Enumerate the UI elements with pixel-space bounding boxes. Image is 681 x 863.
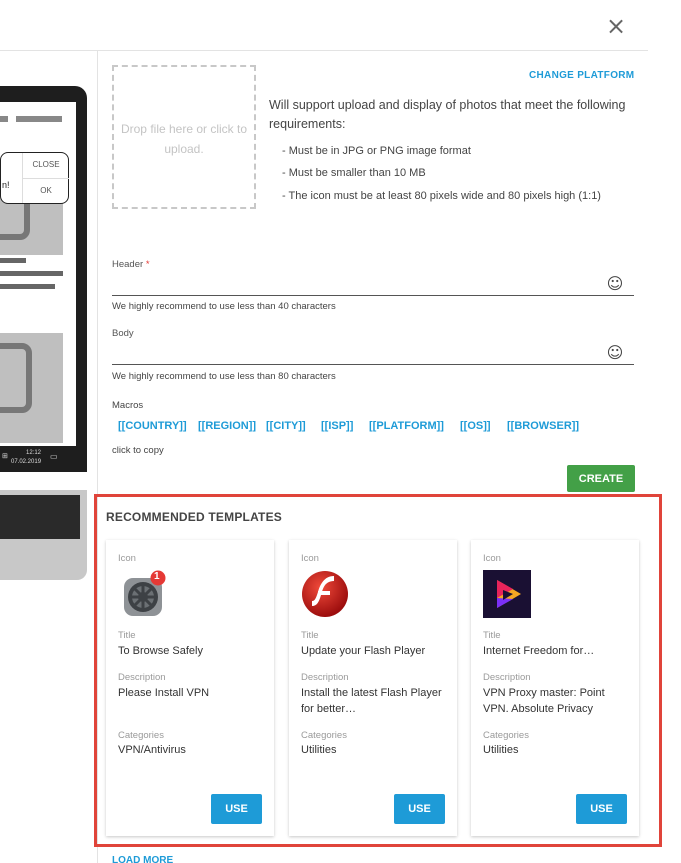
template-category: Utilities (301, 744, 337, 756)
placeholder-bar (0, 116, 8, 122)
template-card: Icon 1 Title To Browse Safely Descriptio… (106, 540, 274, 836)
body-input[interactable] (112, 345, 634, 365)
template-description: Install the latest Flash Player for bett… (301, 687, 442, 715)
taskbar-app-icon: ⊞ (2, 453, 8, 460)
use-template-button[interactable]: USE (211, 794, 262, 824)
macro-os[interactable]: [[OS]] (460, 420, 491, 432)
popup-text: n! (2, 180, 10, 190)
vpn-play-icon (483, 570, 531, 618)
change-platform-link[interactable]: CHANGE PLATFORM (529, 70, 634, 81)
emoji-icon[interactable]: ☺ (606, 275, 624, 293)
load-more-link[interactable]: LOAD MORE (112, 855, 173, 863)
placeholder-line (0, 284, 55, 289)
placeholder-line (0, 258, 26, 263)
settings-gear-icon: 1 (118, 570, 166, 618)
requirement-item: - Must be in JPG or PNG image format (282, 145, 471, 157)
title-label: Title (301, 630, 319, 641)
use-template-button[interactable]: USE (394, 794, 445, 824)
description-label: Description (118, 672, 166, 683)
recommended-templates-title: RECOMMENDED TEMPLATES (106, 510, 282, 524)
body-hint: We highly recommend to use less than 80 … (112, 371, 336, 382)
icon-label: Icon (118, 553, 136, 564)
macro-region[interactable]: [[REGION]] (198, 420, 256, 432)
required-mark: * (145, 259, 150, 270)
icon-label: Icon (483, 553, 501, 564)
categories-label: Categories (483, 730, 529, 741)
template-description: Please Install VPN (118, 687, 210, 699)
close-icon[interactable]: × (600, 12, 632, 40)
requirement-item: - The icon must be at least 80 pixels wi… (282, 190, 601, 202)
body-label: Body (112, 328, 134, 339)
description-label: Description (301, 672, 349, 683)
header-hint: We highly recommend to use less than 40 … (112, 301, 336, 312)
popup-ok-button: OK (40, 186, 52, 195)
template-title: To Browse Safely (118, 645, 203, 657)
macro-platform[interactable]: [[PLATFORM]] (369, 420, 444, 432)
preview-popup: n! CLOSE OK (0, 152, 69, 204)
taskbar-time: 12:12 (26, 450, 42, 456)
description-label: Description (483, 672, 531, 683)
title-label: Title (118, 630, 136, 641)
notification-icon: ▭ (50, 452, 58, 461)
file-drop-zone[interactable]: Drop file here or click to upload. (112, 65, 256, 209)
template-category: VPN/Antivirus (118, 744, 186, 756)
popup-close-button: CLOSE (32, 160, 60, 169)
placeholder-bar (16, 116, 62, 122)
template-description: VPN Proxy master: Point VPN. Absolute Pr… (483, 687, 605, 715)
use-template-button[interactable]: USE (576, 794, 627, 824)
icon-label: Icon (301, 553, 319, 564)
title-label: Title (483, 630, 501, 641)
macro-browser[interactable]: [[BROWSER]] (507, 420, 579, 432)
click-to-copy-hint: click to copy (112, 445, 164, 456)
template-title: Update your Flash Player (301, 645, 426, 657)
taskbar: ⊞ 12:12 07.02.2019 ▭ (0, 446, 76, 472)
macro-isp[interactable]: [[ISP]] (321, 420, 353, 432)
emoji-icon[interactable]: ☺ (606, 344, 624, 362)
macro-country[interactable]: [[COUNTRY]] (118, 420, 187, 432)
notification-badge: 1 (154, 571, 160, 582)
header-label: Header * (112, 259, 150, 270)
template-card: Icon Title Update your Flash Player Desc… (289, 540, 457, 836)
flash-player-icon (301, 570, 349, 618)
macros-label: Macros (112, 400, 144, 411)
macro-city[interactable]: [[CITY]] (266, 420, 306, 432)
requirement-item: - Must be smaller than 10 MB (282, 167, 426, 179)
header-label-text: Header (112, 259, 144, 270)
laptop-keyboard (0, 495, 80, 539)
upload-requirements-intro: Will support upload and display of photo… (269, 98, 626, 131)
image-placeholder-icon (0, 343, 32, 413)
popup-divider (22, 178, 69, 179)
template-category: Utilities (483, 744, 519, 756)
template-card: Icon Title Internet Freedom for… Descrip… (471, 540, 639, 836)
taskbar-date: 07.02.2019 (11, 459, 42, 465)
template-title: Internet Freedom for… (483, 645, 595, 657)
placeholder-line (0, 271, 63, 276)
create-button[interactable]: CREATE (567, 465, 635, 492)
categories-label: Categories (118, 730, 164, 741)
categories-label: Categories (301, 730, 347, 741)
header-input[interactable] (112, 276, 634, 296)
create-template-dialog: × ⊞ 12:12 07.02.2019 ▭ n! CLOSE OK Drop (0, 0, 681, 863)
